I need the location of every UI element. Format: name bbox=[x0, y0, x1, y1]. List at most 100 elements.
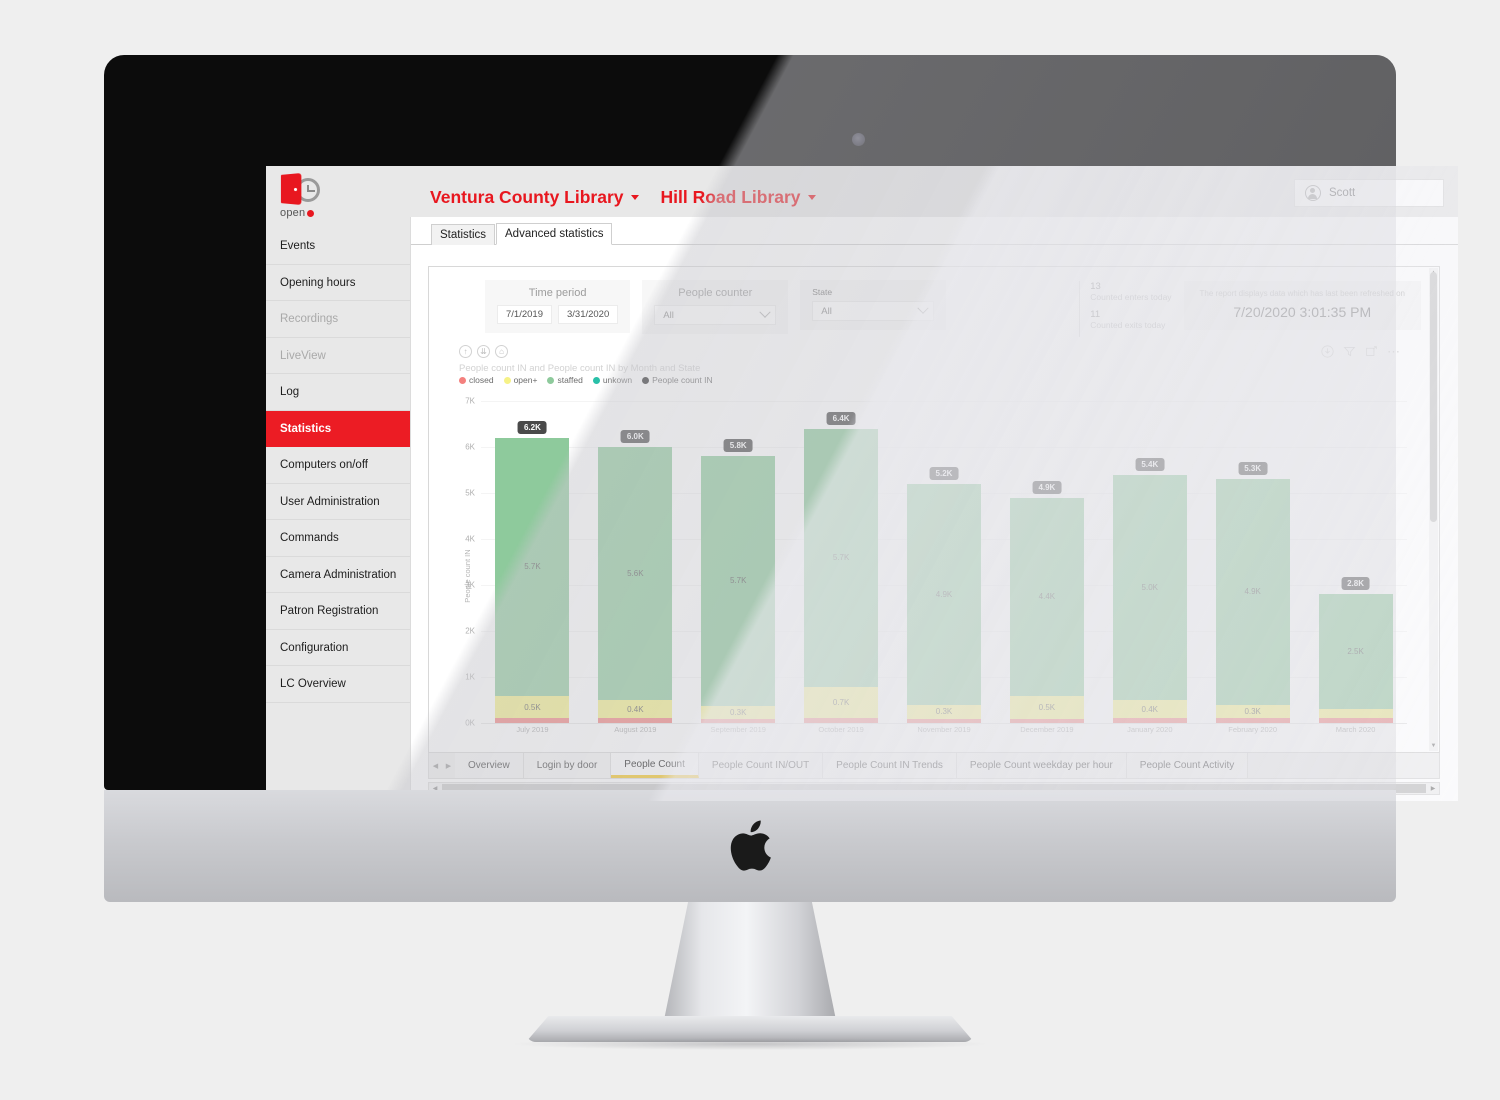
sidebar-item-label: Statistics bbox=[280, 422, 332, 435]
bar-segment-open-plus[interactable]: 0.5K bbox=[495, 695, 570, 719]
avatar bbox=[1305, 185, 1321, 201]
bar-segment-staffed[interactable]: 5.7K bbox=[495, 437, 570, 696]
bar-segment-open-plus[interactable]: 0.4K bbox=[598, 700, 673, 719]
scrollbar-thumb[interactable] bbox=[1430, 272, 1437, 522]
bar-segment-open-plus[interactable]: 0.3K bbox=[906, 704, 982, 719]
y-axis-ticks: 0K 1K 2K 3K 4K 5K 6K 7K bbox=[453, 397, 475, 728]
filter-icon[interactable] bbox=[1343, 345, 1356, 358]
bar-group[interactable]: 4.9K 0.3K 5.3K bbox=[1201, 401, 1304, 723]
drill-down-icon[interactable]: ⇊ bbox=[477, 345, 490, 358]
page-tab-people-count-weekday-per-hour[interactable]: People Count weekday per hour bbox=[956, 753, 1127, 778]
statistics-tabstrip: Statistics Advanced statistics bbox=[411, 217, 1458, 245]
date-from-input[interactable]: 7/1/2019 bbox=[497, 305, 552, 324]
bar-group[interactable]: 2.5K 2.8K bbox=[1304, 401, 1407, 723]
date-to-input[interactable]: 3/31/2020 bbox=[557, 305, 619, 324]
bar-segment-staffed[interactable]: 5.6K bbox=[598, 447, 673, 701]
page-tab-people-count-in-trends[interactable]: People Count IN Trends bbox=[823, 753, 957, 778]
page-tab-label: People Count IN/OUT bbox=[711, 760, 810, 771]
page-tab-people-count[interactable]: People Count bbox=[611, 753, 699, 778]
bar-total-badge: 6.4K bbox=[826, 411, 856, 425]
bar-segment-open-plus[interactable]: 0.4K bbox=[1112, 700, 1187, 719]
branch-selector[interactable]: Hill Road Library bbox=[661, 187, 816, 208]
bar-group[interactable]: 5.7K 0.3K 5.8K bbox=[687, 401, 790, 723]
bar-segment-open-plus[interactable]: 0.3K bbox=[701, 705, 776, 719]
bar-group[interactable]: 5.7K 0.7K 6.4K bbox=[790, 401, 893, 723]
legend-label: People count IN bbox=[652, 375, 713, 385]
bar-segment-staffed[interactable]: 5.7K bbox=[804, 428, 879, 687]
sidebar-item-lc-overview[interactable]: LC Overview bbox=[266, 666, 410, 703]
bar-segment-staffed[interactable]: 2.5K bbox=[1318, 594, 1393, 710]
exits-label: Counted exits today bbox=[1090, 320, 1166, 330]
sidebar-item-liveview[interactable]: LiveView bbox=[266, 338, 410, 374]
download-icon[interactable] bbox=[1321, 345, 1334, 358]
drill-up-icon[interactable]: ↑ bbox=[459, 345, 472, 358]
legend-item-unkown[interactable]: unkown bbox=[592, 375, 632, 385]
page-tab-overview[interactable]: Overview bbox=[455, 753, 524, 778]
sidebar-item-opening-hours[interactable]: Opening hours bbox=[266, 265, 410, 301]
legend-item-people-count-in[interactable]: People count IN bbox=[642, 375, 713, 385]
bar-group[interactable]: 4.4K 0.5K 4.9K bbox=[995, 401, 1098, 723]
sidebar-item-commands[interactable]: Commands bbox=[266, 520, 410, 557]
sidebar-item-log[interactable]: Log bbox=[266, 374, 410, 411]
sidebar-item-camera-administration[interactable]: Camera Administration bbox=[266, 557, 410, 593]
page-tab-people-count-in-out[interactable]: People Count IN/OUT bbox=[698, 753, 824, 778]
bar-group[interactable]: 4.9K 0.3K 5.2K bbox=[893, 401, 996, 723]
bar-segment-staffed[interactable]: 4.9K bbox=[1215, 479, 1290, 705]
sidebar-item-label: Log bbox=[280, 386, 300, 398]
bar-segment-open-plus[interactable] bbox=[1318, 709, 1393, 719]
tab-advanced-statistics[interactable]: Advanced statistics bbox=[496, 223, 613, 245]
bar-group[interactable]: 5.0K 0.4K 5.4K bbox=[1098, 401, 1201, 723]
focus-mode-icon[interactable] bbox=[1365, 345, 1378, 358]
sidebar-item-patron-registration[interactable]: Patron Registration bbox=[266, 593, 410, 630]
people-counter-select[interactable]: All bbox=[654, 305, 777, 325]
tab-statistics[interactable]: Statistics bbox=[431, 224, 496, 245]
bar-group[interactable]: 5.6K 0.4K 6.0K bbox=[584, 401, 687, 723]
sidebar-item-label: Camera Administration bbox=[280, 568, 397, 581]
apple-logo-icon bbox=[730, 820, 771, 871]
app-logo[interactable]: open bbox=[266, 166, 410, 228]
people-counter-filter[interactable]: People counter All bbox=[642, 280, 789, 334]
scroll-down-icon[interactable]: ▼ bbox=[1430, 743, 1437, 749]
bar-series: 5.7K 0.5K 6.2K 5.6K 0.4K 6.0K 5.7K 0.3K 5.8K 5.7K… bbox=[481, 401, 1407, 723]
bar-segment-staffed[interactable]: 4.4K bbox=[1009, 497, 1084, 696]
bars-container: 5.7K 0.5K 6.2K 5.6K 0.4K 6.0K 5.7K 0.3K 5.8K 5.7K… bbox=[481, 401, 1407, 723]
chart-visual: ↑ ⇊ ⌂ ⋯ People count IN and People count… bbox=[437, 345, 1411, 750]
bar-segment-open-plus[interactable]: 0.7K bbox=[804, 686, 879, 719]
bar-segment-label: 4.9K bbox=[1244, 587, 1261, 597]
x-tick-label: March 2020 bbox=[1335, 725, 1376, 734]
org-selector[interactable]: Ventura County Library bbox=[430, 187, 639, 208]
page-tab-people-count-activity[interactable]: People Count Activity bbox=[1126, 753, 1249, 778]
sidebar-item-computers-on-off[interactable]: Computers on/off bbox=[266, 447, 410, 484]
drill-controls: ↑ ⇊ ⌂ bbox=[437, 345, 1411, 358]
bar-segment-label: 5.7K bbox=[524, 562, 541, 572]
more-options-icon[interactable]: ⋯ bbox=[1387, 345, 1401, 358]
bar-segment-staffed[interactable]: 4.9K bbox=[906, 483, 982, 705]
time-period-filter[interactable]: Time period 7/1/2019 3/31/2020 bbox=[485, 280, 631, 333]
sidebar-item-statistics[interactable]: Statistics bbox=[266, 410, 410, 447]
bar-group[interactable]: 5.7K 0.5K 6.2K bbox=[481, 401, 584, 723]
legend-item-closed[interactable]: closed bbox=[459, 375, 494, 385]
expand-hierarchy-icon[interactable]: ⌂ bbox=[495, 345, 508, 358]
bar-segment-open-plus[interactable]: 0.3K bbox=[1215, 704, 1290, 719]
report-vertical-scrollbar[interactable]: ▲ ▼ bbox=[1429, 268, 1438, 751]
sidebar-item-configuration[interactable]: Configuration bbox=[266, 630, 410, 666]
page-tabs-next-icon[interactable]: ▶ bbox=[442, 753, 455, 778]
sidebar-item-recordings[interactable]: Recordings bbox=[266, 301, 410, 338]
sidebar-item-events[interactable]: Events bbox=[266, 228, 410, 265]
user-menu[interactable]: Scott bbox=[1294, 179, 1444, 207]
sidebar-item-user-administration[interactable]: User Administration bbox=[266, 484, 410, 520]
legend-label: closed bbox=[469, 375, 494, 385]
state-filter[interactable]: State All bbox=[800, 280, 947, 330]
scroll-right-icon[interactable]: ▶ bbox=[1427, 785, 1439, 792]
state-select[interactable]: All bbox=[812, 301, 935, 321]
legend-item-open-[interactable]: open+ bbox=[503, 375, 537, 385]
bar-segment-staffed[interactable]: 5.0K bbox=[1112, 474, 1187, 701]
bar-segment-staffed[interactable]: 5.7K bbox=[701, 456, 776, 706]
org-label: Ventura County Library bbox=[430, 186, 624, 207]
legend-item-staffed[interactable]: staffed bbox=[547, 375, 583, 385]
sidebar-item-label: LC Overview bbox=[280, 678, 346, 690]
page-tab-login-by-door[interactable]: Login by door bbox=[523, 753, 612, 778]
refresh-timestamp: 7/20/2020 3:01:35 PM bbox=[1233, 304, 1372, 320]
bar-segment-open-plus[interactable]: 0.5K bbox=[1009, 695, 1084, 719]
page-tabs-prev-icon[interactable]: ◀ bbox=[429, 753, 442, 778]
